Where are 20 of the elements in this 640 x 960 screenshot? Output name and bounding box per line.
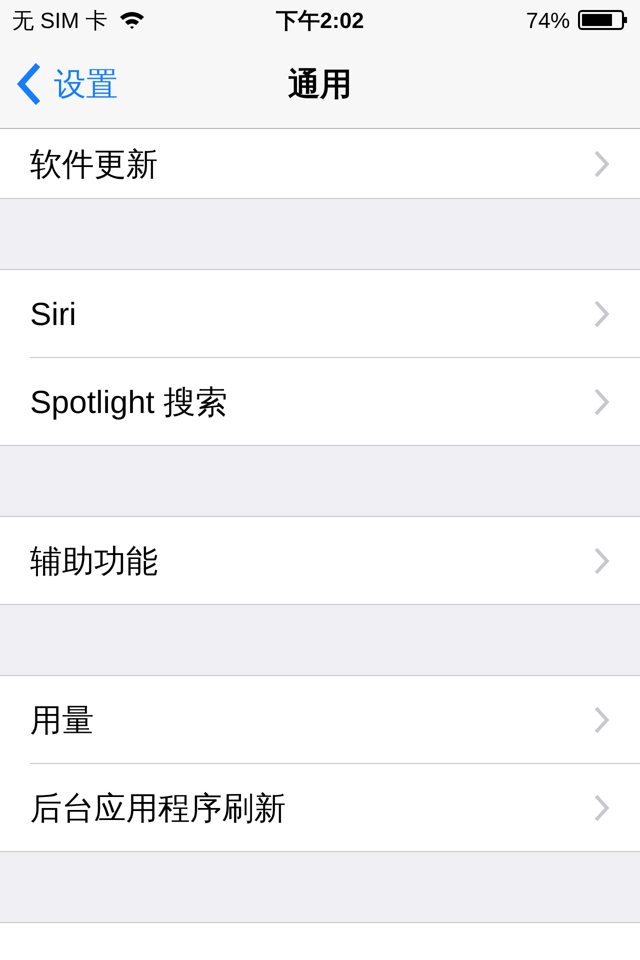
clock-label: 下午2:02: [276, 6, 364, 34]
battery-percent: 74%: [526, 6, 570, 34]
battery-icon: [578, 10, 628, 30]
chevron-icon: [594, 794, 610, 822]
chevron-icon: [594, 150, 610, 178]
chevron-icon: [594, 300, 610, 328]
row-label: 用量: [30, 700, 94, 740]
back-button[interactable]: 设置: [0, 60, 118, 108]
wifi-icon: [119, 10, 146, 30]
row-label: 辅助功能: [30, 542, 158, 580]
back-chevron-icon: [16, 63, 42, 105]
nav-title: 通用: [288, 65, 352, 104]
row-label: 后台应用程序刷新: [30, 788, 286, 828]
row-label: Spotlight 搜索: [30, 382, 228, 422]
chevron-icon: [594, 706, 610, 734]
carrier-label: 无 SIM 卡: [12, 6, 108, 34]
chevron-icon: [594, 388, 610, 416]
row-label: 软件更新: [30, 144, 158, 184]
chevron-icon: [594, 546, 610, 574]
row-label: Siri: [30, 294, 76, 334]
